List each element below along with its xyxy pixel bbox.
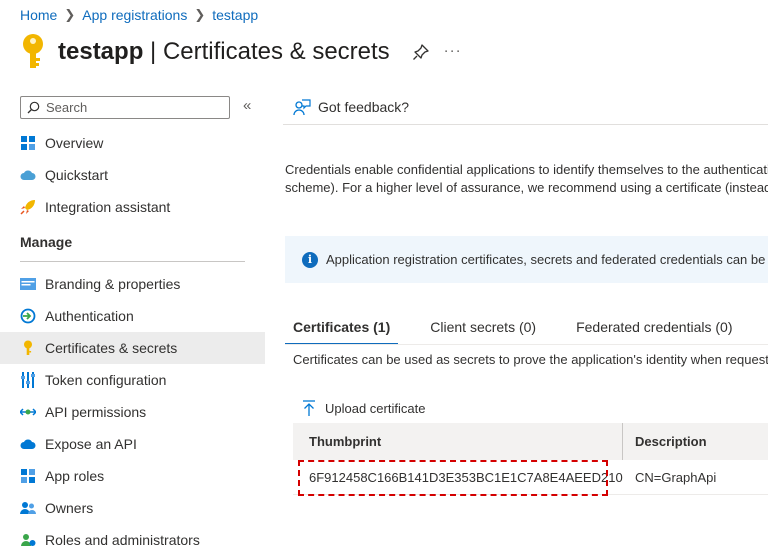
sidebar-item-app-roles[interactable]: App roles [0,460,265,492]
breadcrumb-app-registrations-link[interactable]: App registrations [82,7,187,23]
sidebar-item-authentication[interactable]: Authentication [0,300,265,332]
feedback-button[interactable]: Got feedback? [293,96,409,118]
sidebar-item-expose-api[interactable]: Expose an API [0,428,265,460]
description-line: scheme). For a higher level of assurance… [285,180,768,195]
upload-certificate-label: Upload certificate [325,400,426,416]
tab-federated-credentials[interactable]: Federated credentials (0) [568,312,740,342]
column-header-thumbprint[interactable]: Thumbprint [293,423,623,460]
sidebar-item-overview[interactable]: Overview [0,127,265,159]
key-icon [19,339,37,357]
thumbprint-highlight-annotation [298,460,608,496]
sidebar-item-branding[interactable]: Branding & properties [0,268,265,300]
column-header-description[interactable]: Description [623,423,707,460]
more-options-icon[interactable]: ··· [444,42,462,59]
table-header: Thumbprint Description [293,423,768,460]
breadcrumb-chevron-icon: ❯ [194,7,206,22]
grid-icon [19,134,37,152]
sidebar-item-label: Token configuration [45,372,167,388]
pin-icon[interactable] [412,43,430,61]
sidebar-item-label: App roles [45,468,105,484]
rocket-icon [19,198,37,216]
branding-icon [19,275,37,293]
sidebar-item-token-configuration[interactable]: Token configuration [0,364,265,396]
upload-icon [303,399,315,416]
sidebar-item-label: Quickstart [45,167,109,183]
sidebar-item-label: Authentication [45,308,134,324]
sidebar-item-label: Roles and administrators [45,532,200,548]
sidebar-item-label: Expose an API [45,436,137,452]
sidebar-item-label: Owners [45,500,94,516]
breadcrumb-testapp-link[interactable]: testapp [212,7,258,23]
page-title-section: Certificates & secrets [162,38,390,65]
app-roles-icon [19,467,37,485]
owners-icon [19,499,37,517]
sidebar-item-owners[interactable]: Owners [0,492,265,524]
search-placeholder: Search [46,100,88,115]
feedback-icon [293,98,311,115]
api-permissions-icon [19,403,37,421]
sidebar-item-quickstart[interactable]: Quickstart [0,159,265,191]
sidebar-item-certificates[interactable]: Certificates & secrets [0,332,265,364]
sidebar-divider [20,261,245,262]
sidebar-item-label: Certificates & secrets [45,340,178,356]
cloud-icon [19,166,37,184]
sidebar-item-label: Overview [45,135,104,151]
breadcrumb-chevron-icon: ❯ [64,7,76,22]
command-bar-divider [283,124,768,125]
token-configuration-icon [19,371,37,389]
search-icon [27,101,40,114]
authentication-icon [19,307,37,325]
info-message-bar: i Application registration certificates,… [285,236,768,283]
page-header: testapp | Certificates & secrets ··· [20,32,462,72]
page-title-app-name: testapp [58,38,144,65]
breadcrumb: Home ❯ App registrations ❯ testapp [20,6,258,24]
key-icon [23,34,43,68]
search-input[interactable]: Search [20,96,230,119]
page-description: Credentials enable confidential applicat… [285,161,768,197]
roles-administrators-icon [19,531,37,549]
credential-tabs: Certificates (1) Client secrets (0) Fede… [285,312,765,345]
sidebar-item-api-permissions[interactable]: API permissions [0,396,265,428]
description-cell: CN=GraphApi [635,469,717,485]
info-icon: i [302,251,318,268]
upload-certificate-button[interactable]: Upload certificate [302,398,425,418]
tab-certificates[interactable]: Certificates (1) [285,312,399,345]
info-message-text: Application registration certificates, s… [326,252,768,267]
sidebar-item-roles-administrators[interactable]: Roles and administrators [0,524,265,556]
sidebar-item-label: Branding & properties [45,276,181,292]
sidebar-nav: Overview Quickstart Integration assistan… [0,127,265,556]
collapse-sidebar-icon[interactable]: « [243,97,251,114]
sidebar-item-label: API permissions [45,404,147,420]
sidebar-item-label: Integration assistant [45,199,171,215]
tab-client-secrets[interactable]: Client secrets (0) [422,312,544,342]
description-line: Credentials enable confidential applicat… [285,162,768,177]
tabs-divider [285,344,768,345]
sidebar-item-integration-assistant[interactable]: Integration assistant [0,191,265,223]
sidebar-section-manage: Manage [20,234,73,250]
expose-api-icon [19,435,37,453]
tab-description: Certificates can be used as secrets to p… [293,352,768,367]
page-title-separator: | [143,38,163,65]
page-title: testapp | Certificates & secrets [58,38,390,66]
breadcrumb-home-link[interactable]: Home [20,7,57,23]
feedback-label: Got feedback? [318,99,410,115]
